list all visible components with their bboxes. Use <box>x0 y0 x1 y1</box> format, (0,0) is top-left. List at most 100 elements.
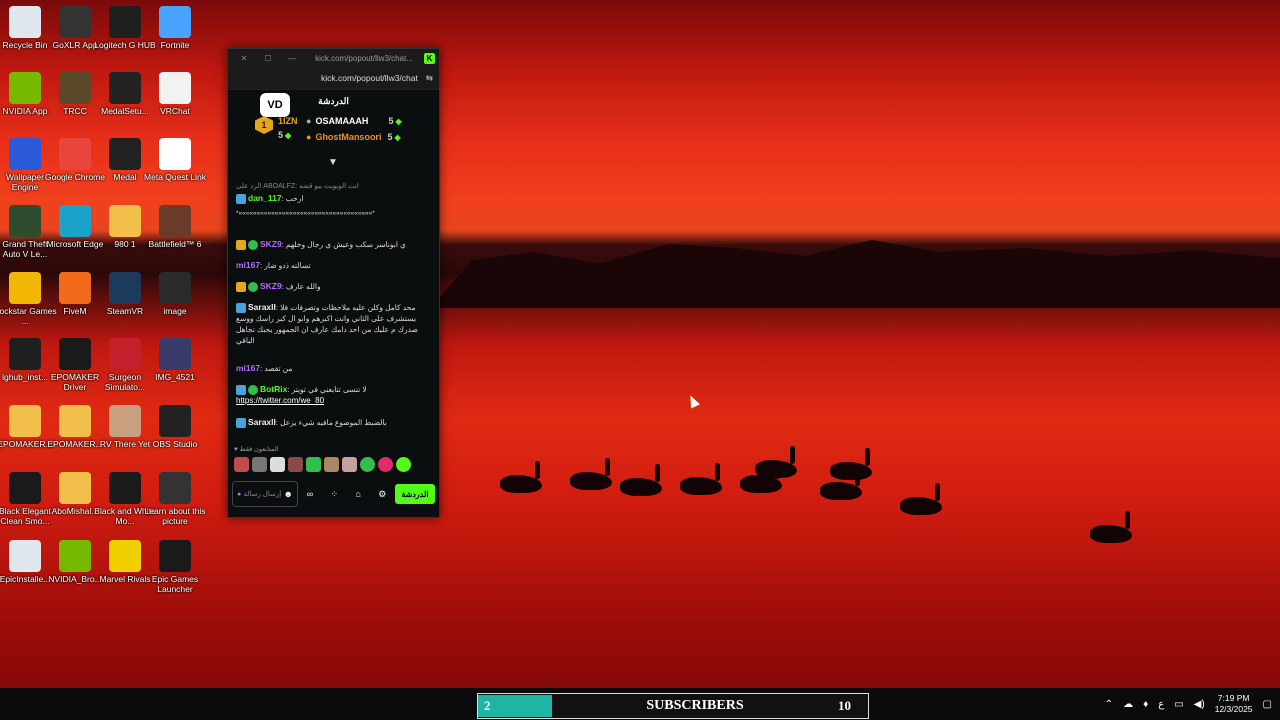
nvidia-icon <box>59 540 91 572</box>
site-settings-icon[interactable]: ⇆ <box>426 73 433 84</box>
verified-icon <box>248 282 258 293</box>
emote[interactable] <box>360 457 375 472</box>
address-bar[interactable]: kick.com/popout/llw3/chat ⇆ <box>228 67 439 90</box>
gem-icon: ◆ <box>394 132 401 142</box>
meta-icon <box>159 138 191 170</box>
kick-logo-icon: K <box>424 52 435 64</box>
desktop-icon-label: Learn about this picture <box>144 506 206 526</box>
mountain-silhouette <box>430 240 1280 308</box>
rv-icon <box>109 405 141 437</box>
verified-icon <box>248 385 258 396</box>
emote[interactable] <box>270 457 285 472</box>
goxlr-icon <box>59 6 91 38</box>
desktop-icon[interactable]: OBS Studio <box>143 405 207 449</box>
desktop-icon[interactable]: Battlefield™ 6 <box>143 205 207 249</box>
chat-tools: ∞ ⁘ ⌂ ⚙ <box>298 489 395 500</box>
network-icon[interactable]: ▭ <box>1174 699 1183 710</box>
clock[interactable]: 7:19 PM 12/3/2025 <box>1215 693 1253 715</box>
emote[interactable] <box>342 457 357 472</box>
trcc-icon <box>59 72 91 104</box>
desktop-icon[interactable]: Fortnite <box>143 6 207 50</box>
desktop-icon-label: OBS Studio <box>152 439 198 449</box>
leader-second[interactable]: ● OSAMAAAH 5 ◆ <box>306 116 402 126</box>
medal-icon <box>109 72 141 104</box>
close-icon[interactable]: ✕ <box>232 54 256 63</box>
minimize-icon[interactable]: — <box>280 54 304 63</box>
desktop-icon-label: Fortnite <box>160 40 190 50</box>
desktop-icon-label: NVIDIA App <box>2 106 48 116</box>
battlefield-icon <box>159 205 191 237</box>
store-icon[interactable]: ⌂ <box>355 489 360 499</box>
send-chat-button[interactable]: الدردشة <box>395 484 435 504</box>
emote[interactable] <box>378 457 393 472</box>
desktop-icon-label: MedalSetu... <box>101 106 149 116</box>
chat-message: Saraxll: بالضبط الموضوع مافيه شيء يزعل <box>236 417 431 429</box>
verified-icon <box>248 240 258 251</box>
followers-only-label: ♥ المتابعون فقط <box>234 446 279 453</box>
cloud-icon[interactable]: ☁ <box>1123 699 1133 710</box>
desktop-icon-label: 980 1 <box>114 239 136 249</box>
leader-third[interactable]: ● GhostMansoori 5 ◆ <box>306 132 401 142</box>
maximize-icon[interactable]: ☐ <box>256 54 280 63</box>
desktop-icon[interactable]: image <box>143 272 207 316</box>
desktop-icon-label: Recycle Bin <box>2 40 48 50</box>
emote[interactable] <box>288 457 303 472</box>
emote[interactable] <box>252 457 267 472</box>
chat-input[interactable]: ● إرسال رسالة ☻ <box>232 481 298 507</box>
desktop-icon[interactable]: IMG_4521 <box>143 338 207 382</box>
desktop-icon[interactable]: Epic Games Launcher <box>143 540 207 594</box>
desktop-icon-label: lghub_inst... <box>2 372 48 382</box>
leader-first[interactable]: 1IZN <box>278 116 298 126</box>
volume-icon[interactable]: ◀) <box>1194 699 1205 710</box>
image-icon <box>159 338 191 370</box>
share-icon[interactable]: ⁘ <box>330 489 338 500</box>
moderator-icon <box>236 303 246 314</box>
desktop-icon-label: Meta Quest Link <box>144 172 206 182</box>
desktop-icon-label: FiveM <box>63 306 87 316</box>
desktop-icon-label: Medal <box>113 172 137 182</box>
moderator-icon <box>236 385 246 396</box>
chevron-up-icon[interactable]: ⌃ <box>1105 699 1113 710</box>
twitter-link[interactable]: https://twitter.com/we_80 <box>236 396 324 405</box>
emote[interactable] <box>396 457 411 472</box>
reply-context: الرد على ABOALFZ: انت الويويت بيو قشه <box>236 183 359 190</box>
desktop-icon-label: IMG_4521 <box>155 372 195 382</box>
emoji-icon[interactable]: ☻ <box>284 489 293 499</box>
emote[interactable] <box>234 457 249 472</box>
chat-message-continued: *«««««««««««««««««««««««««««««««««««««* <box>236 210 375 217</box>
crown-icon <box>236 240 246 251</box>
chat-message: BotRix: لا تنسى تتابعني في تويتر https:/… <box>236 384 367 406</box>
chat-title: الدردشة <box>318 95 349 106</box>
folder-icon <box>9 405 41 437</box>
desktop-icon-label: AboMishal... <box>51 506 99 516</box>
desktop-icon[interactable]: Meta Quest Link <box>143 138 207 182</box>
notification-icon[interactable]: ▢ <box>1263 699 1272 710</box>
medal-icon <box>109 138 141 170</box>
emote[interactable] <box>324 457 339 472</box>
desktop-icon[interactable]: Learn about this picture <box>143 472 207 526</box>
desktop-icon[interactable]: VRChat <box>143 72 207 116</box>
chat-message: SKZ9: ي ابوناسر سكب وعيش ي رجال وخلهم <box>236 239 431 251</box>
system-tray: ⌃ ☁ ♦ ع ▭ ◀) 7:19 PM 12/3/2025 ▢ <box>1105 690 1272 718</box>
wallpaper-engine-icon <box>9 138 41 170</box>
emote[interactable] <box>306 457 321 472</box>
video-icon <box>9 472 41 504</box>
subscriber-goal: 10 <box>838 698 851 713</box>
language-indicator[interactable]: ع <box>1158 699 1164 710</box>
chat-message: mi167: تسالته ذدو ضار <box>236 260 311 270</box>
chat-message: SKZ9: والله عارف <box>236 281 431 293</box>
chrome-icon <box>59 138 91 170</box>
desktop-icon-label: TRCC <box>63 106 87 116</box>
bronze-badge-icon: ● <box>306 132 312 142</box>
desktop-icon-label: image <box>163 306 187 316</box>
gta-icon <box>9 205 41 237</box>
rank-badge: 1 <box>255 116 273 134</box>
mic-icon[interactable]: ● <box>237 491 241 498</box>
vrchat-icon <box>159 72 191 104</box>
infinity-icon[interactable]: ∞ <box>307 489 313 499</box>
settings-icon[interactable]: ⚙ <box>378 489 386 500</box>
mic-icon[interactable]: ♦ <box>1143 699 1148 710</box>
subscriber-goal-widget: 2 SUBSCRIBERS 10 <box>477 693 869 719</box>
marvel-icon <box>109 540 141 572</box>
fivem-icon <box>59 272 91 304</box>
